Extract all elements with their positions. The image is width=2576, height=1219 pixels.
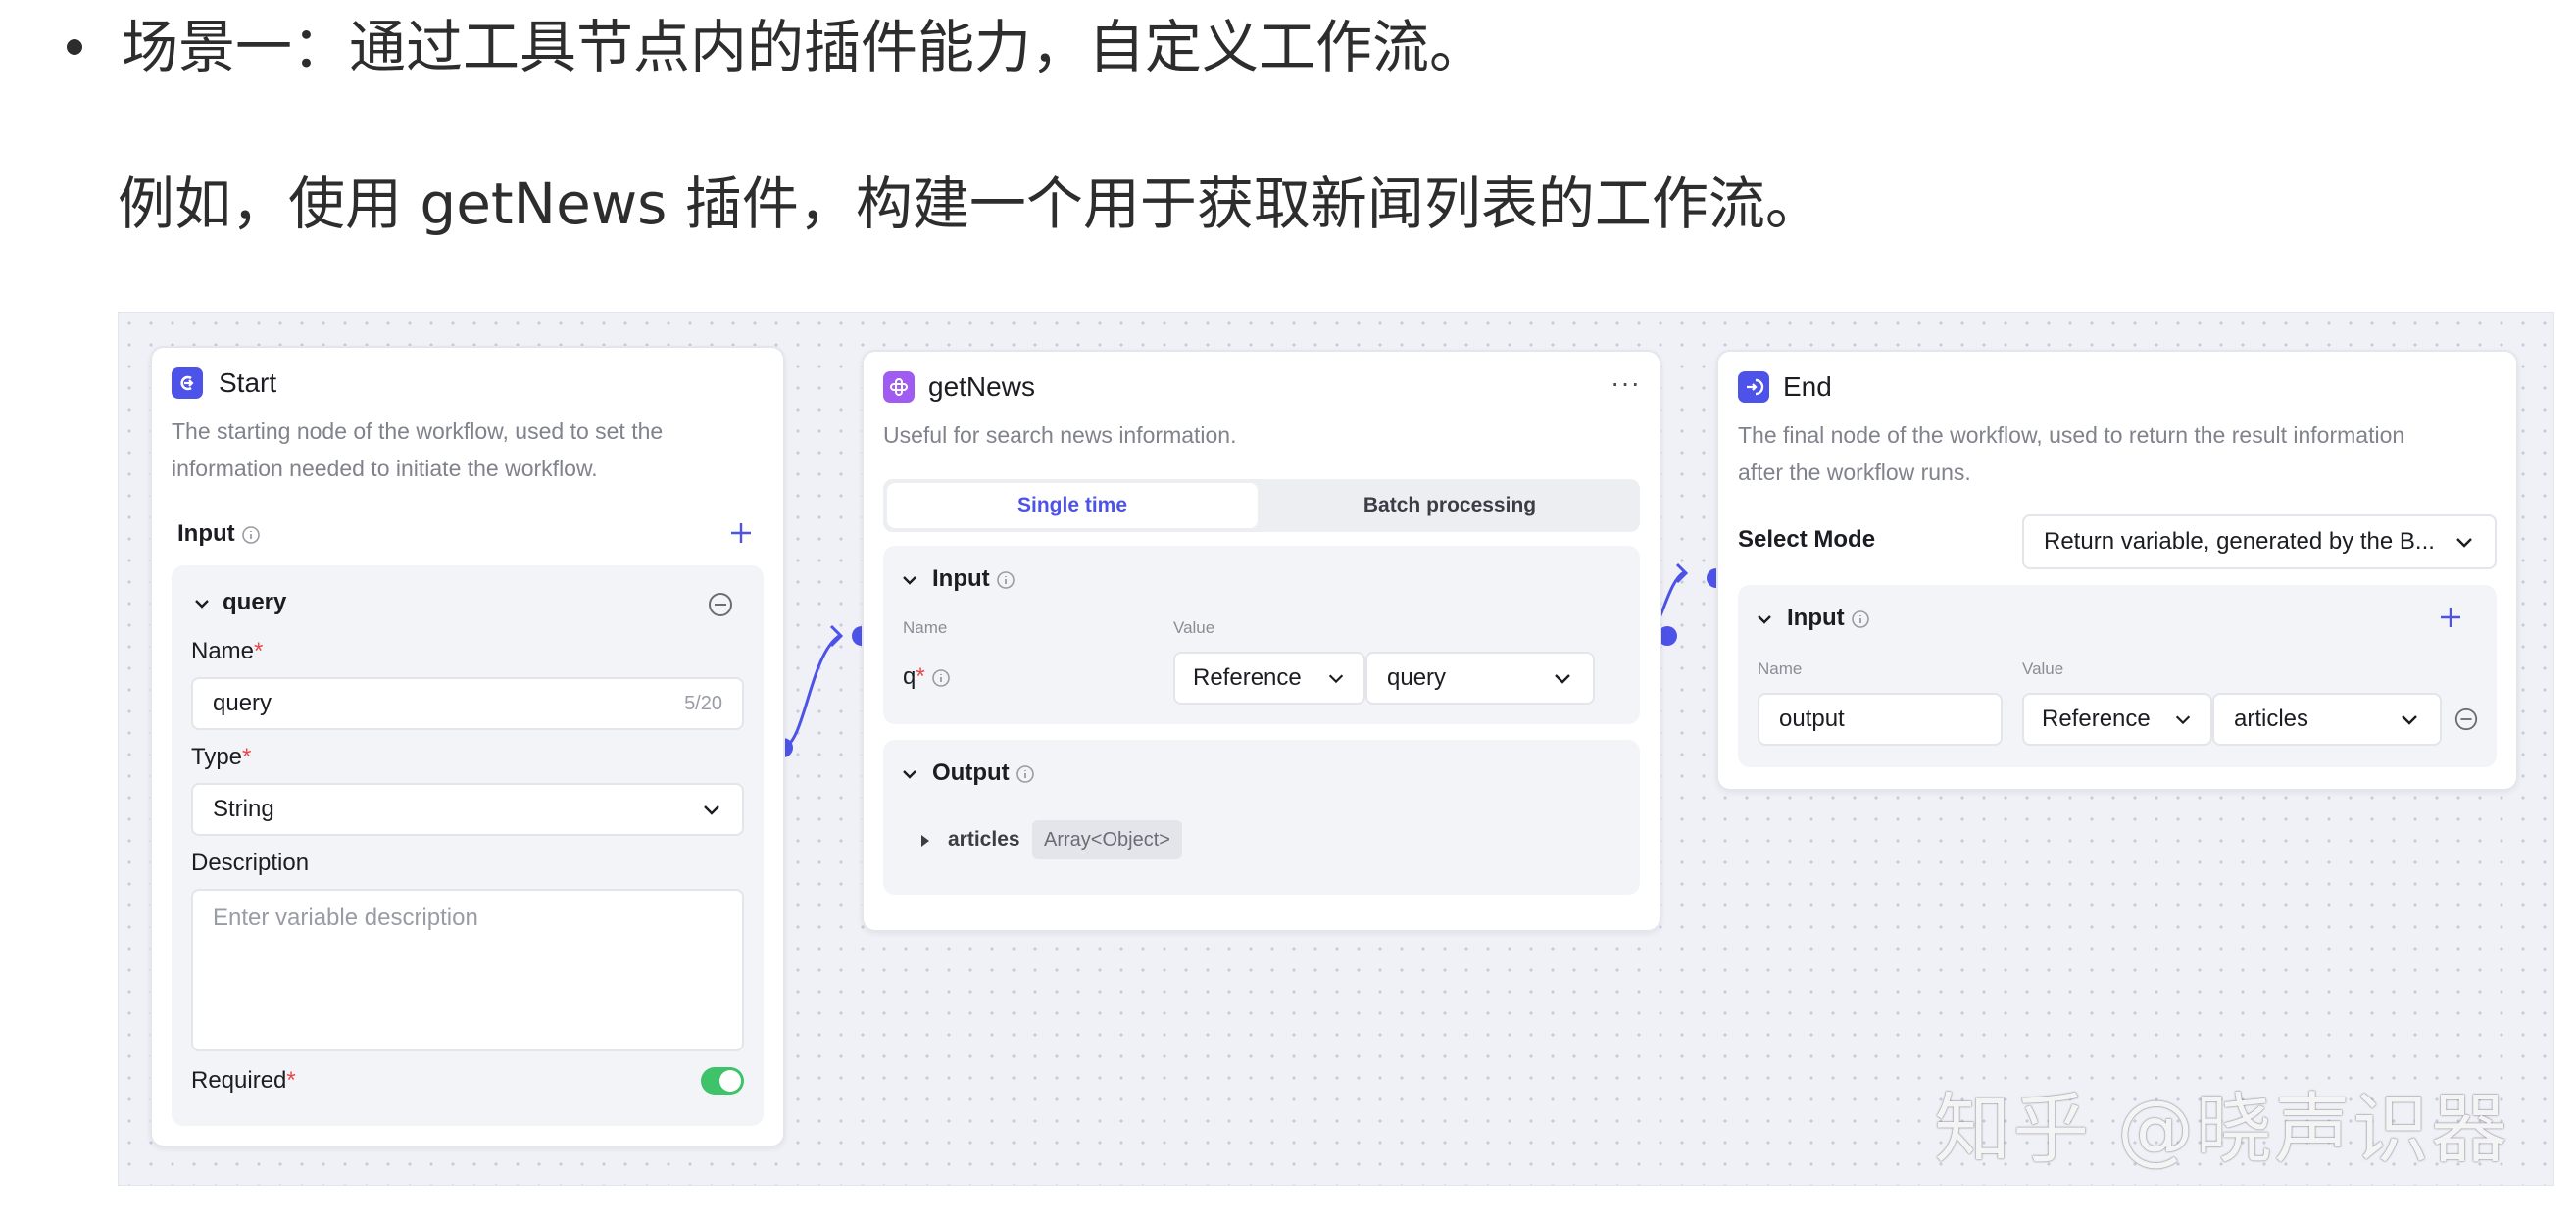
bullet-dot xyxy=(67,39,82,55)
example-paragraph: 例如，使用 getNews 插件，构建一个用于获取新闻列表的工作流。 xyxy=(118,171,1822,237)
info-icon xyxy=(997,570,1016,589)
end-param-mode-select[interactable]: Reference xyxy=(2022,693,2212,746)
getnews-node[interactable]: getNews ··· Useful for search news infor… xyxy=(862,350,1661,932)
end-input-panel: Input Name Value output Reference articl… xyxy=(1738,585,2497,767)
workflow-canvas[interactable]: Start The starting node of the workflow,… xyxy=(118,312,2554,1186)
collapse-chevron-icon[interactable] xyxy=(899,763,920,785)
required-toggle[interactable] xyxy=(701,1067,744,1095)
collapse-chevron-icon[interactable] xyxy=(191,593,213,614)
tool-output-label: Output xyxy=(932,759,1035,787)
chevron-down-icon xyxy=(2456,538,2472,548)
tab-batch-processing[interactable]: Batch processing xyxy=(1263,483,1636,528)
name-char-count: 5/20 xyxy=(684,692,722,714)
chevron-down-icon xyxy=(1328,674,1344,684)
col-value-label: Value xyxy=(1173,618,1215,637)
mode-tabs: Single time Batch processing xyxy=(883,479,1640,532)
info-icon xyxy=(242,525,261,544)
description-label: Description xyxy=(191,850,310,876)
required-label: Required* xyxy=(191,1067,296,1094)
select-mode-dropdown[interactable]: Return variable, generated by the B... xyxy=(2022,514,2497,569)
col-value-label: Value xyxy=(2022,659,2064,678)
chevron-down-icon xyxy=(2402,715,2417,725)
tool-input-panel: Input Name Value q* Reference query xyxy=(883,546,1640,724)
add-input-icon[interactable] xyxy=(728,520,754,546)
getnews-node-description: Useful for search news information. xyxy=(883,422,1237,448)
info-icon xyxy=(1852,610,1870,628)
name-label: Name* xyxy=(191,638,264,664)
plugin-icon xyxy=(883,371,915,403)
start-node-description: The starting node of the workflow, used … xyxy=(172,418,664,481)
tab-single-time[interactable]: Single time xyxy=(887,483,1258,528)
end-node-description: The final node of the workflow, used to … xyxy=(1738,422,2405,485)
type-label: Type* xyxy=(191,744,252,770)
variable-panel-query: query Name* query 5/20 Type* String Desc… xyxy=(172,565,764,1126)
end-node-title: End xyxy=(1783,371,1832,402)
output-name: articles xyxy=(948,828,1020,851)
collapse-chevron-icon[interactable] xyxy=(899,569,920,591)
more-options-icon[interactable]: ··· xyxy=(1610,367,1641,399)
chevron-down-icon xyxy=(704,805,719,815)
info-icon xyxy=(932,668,951,687)
chevron-down-icon xyxy=(1555,674,1570,684)
type-select[interactable]: String xyxy=(191,783,744,836)
col-name-label: Name xyxy=(903,618,948,637)
bullet-text: 场景一：通过工具节点内的插件能力，自定义工作流。 xyxy=(122,14,1487,80)
select-mode-label: Select Mode xyxy=(1738,526,1876,553)
start-input-label: Input xyxy=(177,520,261,548)
add-output-icon[interactable] xyxy=(2438,605,2463,630)
variable-name-heading: query xyxy=(223,589,287,615)
tool-output-panel: Output articles Array<Object> xyxy=(883,740,1640,895)
end-node[interactable]: End The final node of the workflow, used… xyxy=(1716,350,2518,791)
remove-output-icon[interactable] xyxy=(2453,707,2479,732)
col-name-label: Name xyxy=(1758,659,1803,678)
end-input-label: Input xyxy=(1787,605,1870,632)
expand-triangle-icon[interactable] xyxy=(918,832,932,850)
description-textarea[interactable]: Enter variable description xyxy=(191,889,744,1051)
remove-variable-icon[interactable] xyxy=(707,591,734,618)
chevron-down-icon xyxy=(2175,715,2191,725)
edge-start-to-tool xyxy=(782,634,840,750)
output-type-badge: Array<Object> xyxy=(1032,820,1182,859)
start-node-title: Start xyxy=(219,367,277,398)
end-icon xyxy=(1738,371,1769,403)
param-value-select[interactable]: query xyxy=(1365,652,1595,705)
name-input[interactable]: query 5/20 xyxy=(191,677,744,730)
bullet-paragraph: 场景一：通过工具节点内的插件能力，自定义工作流。 xyxy=(67,8,1486,86)
start-node[interactable]: Start The starting node of the workflow,… xyxy=(150,346,785,1147)
info-icon xyxy=(1016,764,1035,783)
tool-input-label: Input xyxy=(932,565,1016,593)
param-mode-select[interactable]: Reference xyxy=(1173,652,1365,705)
param-q-label: q* xyxy=(903,663,951,691)
end-param-value-select[interactable]: articles xyxy=(2212,693,2442,746)
watermark: 知乎 @晓声识器 xyxy=(1934,1086,2509,1174)
output-name-input[interactable]: output xyxy=(1758,693,2003,746)
collapse-chevron-icon[interactable] xyxy=(1754,609,1775,630)
getnews-node-title: getNews xyxy=(928,371,1035,402)
start-icon xyxy=(172,367,203,399)
